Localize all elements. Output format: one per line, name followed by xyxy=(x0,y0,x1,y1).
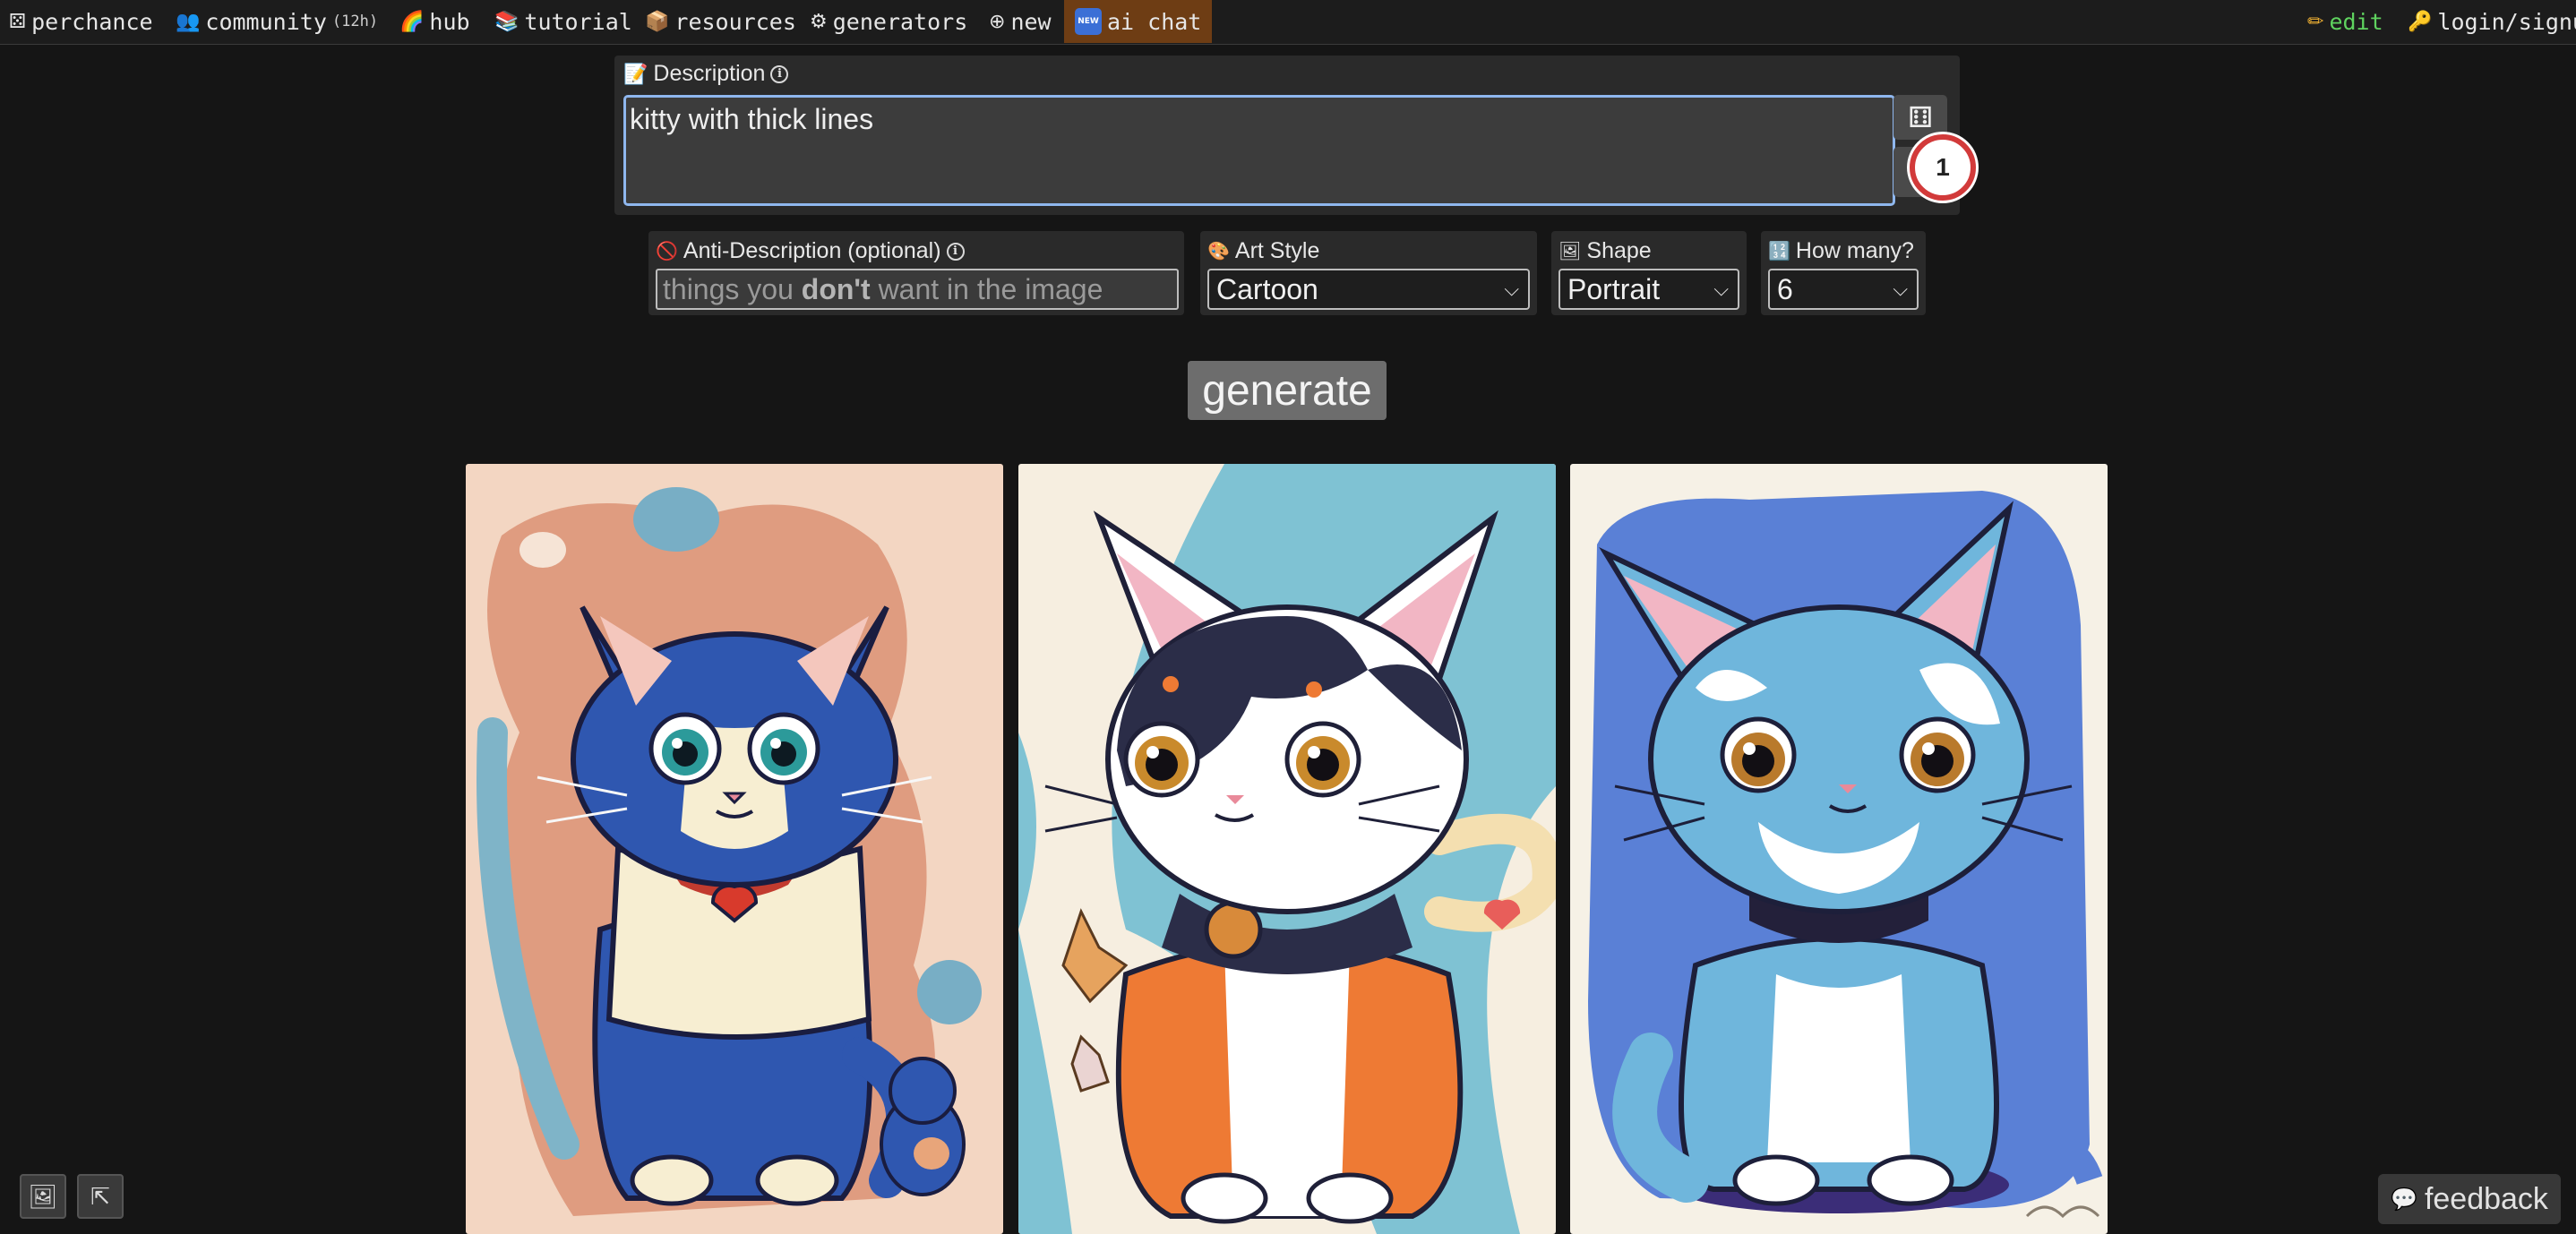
info-icon[interactable]: i xyxy=(770,64,789,83)
cat-illustration-3 xyxy=(1570,464,2108,1234)
no-entry-icon: 🚫 xyxy=(656,242,678,261)
generated-image-1[interactable] xyxy=(466,464,1003,1234)
nav-resources[interactable]: 📦 resources xyxy=(645,0,796,43)
shape-panel: 🖼 Shape Portrait ⌵ xyxy=(1551,231,1747,315)
chevron-down-icon: ⌵ xyxy=(1713,278,1729,300)
picture-icon: 🖼 xyxy=(1558,242,1582,261)
shape-select[interactable]: Portrait ⌵ xyxy=(1558,269,1739,310)
nav-label: community xyxy=(205,8,327,35)
nav-label: new xyxy=(1010,8,1052,35)
key-icon: 🔑 xyxy=(2408,10,2433,33)
description-label: 📝 Description i xyxy=(623,61,789,87)
cat-illustration-1 xyxy=(466,464,1003,1234)
anti-description-panel: 🚫 Anti-Description (optional) i things y… xyxy=(648,231,1184,315)
shape-label: 🖼 Shape xyxy=(1558,238,1652,264)
how-many-label-text: How many? xyxy=(1795,238,1914,263)
nav-label: login/signu xyxy=(2437,8,2576,35)
feedback-label: feedback xyxy=(2424,1181,2548,1216)
art-style-select[interactable]: Cartoon ⌵ xyxy=(1207,269,1530,310)
image-gallery-button[interactable]: 🖼 xyxy=(20,1174,66,1219)
how-many-select[interactable]: 6 ⌵ xyxy=(1768,269,1919,310)
art-style-panel: 🎨 Art Style Cartoon ⌵ xyxy=(1200,231,1537,315)
nav-community[interactable]: 👥 community (12h) xyxy=(176,0,378,43)
cat-illustration-2 xyxy=(1018,464,1556,1234)
gear-icon: ⚙ xyxy=(810,10,828,33)
how-many-value: 6 xyxy=(1777,273,1793,305)
nav-label: perchance xyxy=(31,8,153,35)
feedback-button[interactable]: 💬 feedback xyxy=(2378,1174,2561,1224)
nav-label: hub xyxy=(429,8,470,35)
placeholder-text: want in the image xyxy=(870,273,1103,305)
info-icon[interactable]: i xyxy=(946,242,965,261)
anti-description-label-text: Anti-Description (optional) xyxy=(683,238,941,263)
anti-description-input[interactable]: things you don't want in the image xyxy=(656,269,1179,310)
nav-label: generators xyxy=(832,8,968,35)
nav-login[interactable]: 🔑 login/signu xyxy=(2408,0,2576,43)
nav-new[interactable]: ⊕ new xyxy=(989,0,1052,43)
description-label-text: Description xyxy=(653,61,766,86)
people-icon: 👥 xyxy=(176,10,201,33)
art-style-value: Cartoon xyxy=(1216,273,1318,305)
step-marker-badge: 1 xyxy=(1910,134,1976,201)
nav-ai-chat[interactable]: NEW ai chat xyxy=(1064,0,1213,43)
package-icon: 📦 xyxy=(645,10,670,33)
generated-image-2[interactable] xyxy=(1018,464,1556,1234)
placeholder-bold-text: don't xyxy=(801,273,871,305)
dice-icon: ⚅ xyxy=(1908,101,1933,133)
description-panel: 📝 Description i ⚅ xyxy=(614,56,1960,215)
description-input[interactable] xyxy=(623,95,1895,206)
random-dice-button[interactable]: ⚅ xyxy=(1893,95,1947,140)
generate-button[interactable]: generate xyxy=(1188,361,1387,420)
generated-image-3[interactable] xyxy=(1570,464,2108,1234)
placeholder-text: things you xyxy=(663,273,802,305)
memo-icon: 📝 xyxy=(623,62,648,85)
nav-label: ai chat xyxy=(1107,8,1202,35)
nav-label: resources xyxy=(674,8,796,35)
nav-note: (12h) xyxy=(331,13,379,30)
nav-tutorial[interactable]: 📚 tutorial xyxy=(494,0,632,43)
how-many-panel: 🔢 How many? 6 ⌵ xyxy=(1761,231,1926,315)
rainbow-icon: 🌈 xyxy=(399,10,425,33)
top-nav: ⚄ perchance 👥 community (12h) 🌈 hub 📚 tu… xyxy=(0,0,2576,45)
nav-hub[interactable]: 🌈 hub xyxy=(399,0,470,43)
speech-bubble-icon: 💬 xyxy=(2391,1187,2417,1212)
nav-perchance[interactable]: ⚄ perchance xyxy=(9,0,153,43)
nav-label: tutorial xyxy=(524,8,632,35)
chevron-down-icon: ⌵ xyxy=(1504,278,1519,300)
art-style-label: 🎨 Art Style xyxy=(1207,238,1319,264)
how-many-label: 🔢 How many? xyxy=(1768,238,1914,264)
nav-generators[interactable]: ⚙ generators xyxy=(810,0,967,43)
nav-label: edit xyxy=(2329,8,2383,35)
plus-circle-icon: ⊕ xyxy=(989,10,1006,33)
new-badge-icon: NEW xyxy=(1075,8,1102,35)
nav-edit[interactable]: ✏ edit xyxy=(2307,0,2383,43)
numbers-icon: 🔢 xyxy=(1768,242,1790,261)
dice-logo-icon: ⚄ xyxy=(9,10,27,33)
expand-arrow-icon: ⇱ xyxy=(90,1182,110,1210)
books-icon: 📚 xyxy=(494,10,519,33)
expand-button[interactable]: ⇱ xyxy=(77,1174,124,1219)
anti-description-label: 🚫 Anti-Description (optional) i xyxy=(656,238,965,264)
shape-value: Portrait xyxy=(1567,273,1661,305)
chevron-down-icon: ⌵ xyxy=(1893,278,1908,300)
art-style-label-text: Art Style xyxy=(1234,238,1320,263)
picture-icon: 🖼 xyxy=(28,1182,58,1210)
palette-icon: 🎨 xyxy=(1207,242,1230,261)
shape-label-text: Shape xyxy=(1586,238,1652,263)
pencil-icon: ✏ xyxy=(2307,10,2324,33)
